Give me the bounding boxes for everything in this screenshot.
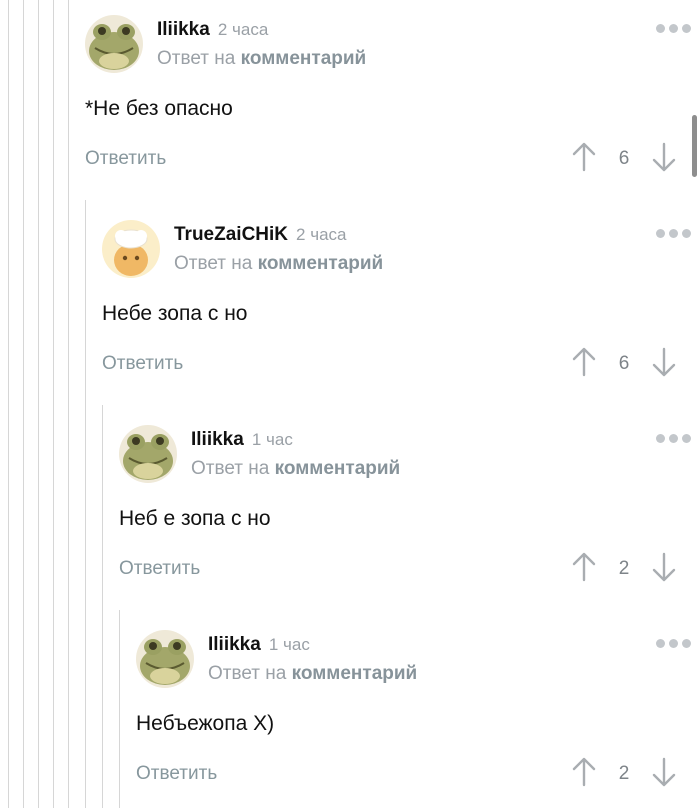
more-options-icon[interactable] [656,431,692,445]
reply-button[interactable]: Ответить [136,763,217,785]
downvote-arrow-icon[interactable] [651,142,677,172]
author-name[interactable]: TrueZaiCHiK 2 часа [174,224,346,246]
comment-text: Неб е зопа с но [119,507,271,530]
comment: Iliikka 2 часа Ответ на комментарий *Не б… [85,15,700,195]
avatar[interactable] [85,15,143,73]
more-options-icon[interactable] [656,21,692,35]
upvote-arrow-icon[interactable] [571,142,597,172]
reply-button[interactable]: Ответить [119,558,200,580]
downvote-arrow-icon[interactable] [651,347,677,377]
comment: Iliikka 1 час Ответ на комментарий Неб е … [119,425,700,605]
reply-to: Ответ на комментарий [191,458,401,479]
comment-text: Небе зопа с но [102,302,248,325]
comment: TrueZaiCHiK 2 часа Ответ на комментарий Н… [102,220,700,400]
reply-to: Ответ на комментарий [157,48,367,69]
parent-comment-link[interactable]: комментарий [292,663,418,684]
more-options-icon[interactable] [656,226,692,240]
thread-line [23,0,24,808]
thread-line [8,0,9,808]
downvote-arrow-icon[interactable] [651,552,677,582]
thread-line [68,0,69,808]
comment-time: 1 час [268,635,310,654]
author-name[interactable]: Iliikka 2 часа [157,19,268,41]
parent-comment-link[interactable]: комментарий [275,458,401,479]
vote-score: 6 [618,353,630,374]
comment-text: Небъежопа X) [136,712,275,735]
thread-line [53,0,54,808]
parent-comment-link[interactable]: комментарий [258,253,384,274]
author-name[interactable]: Iliikka 1 час [191,429,293,451]
comment-text: *Не без опасно [85,97,233,120]
reply-to: Ответ на комментарий [208,663,418,684]
vote-score: 2 [618,763,630,784]
thread-line [102,405,103,808]
reply-to: Ответ на комментарий [174,253,384,274]
thread-line [119,610,120,808]
thread-line [85,200,86,808]
comment-time: 1 час [251,430,293,449]
comment: Iliikka 1 час Ответ на комментарий Небъеж… [136,630,700,808]
upvote-arrow-icon[interactable] [571,757,597,787]
chef-avatar-icon [102,220,160,278]
comment-time: 2 часа [296,225,347,244]
parent-comment-link[interactable]: комментарий [241,48,367,69]
frog-avatar-icon [136,630,194,688]
downvote-arrow-icon[interactable] [651,757,677,787]
frog-avatar-icon [119,425,177,483]
vote-score: 2 [618,558,630,579]
upvote-arrow-icon[interactable] [571,552,597,582]
upvote-arrow-icon[interactable] [571,347,597,377]
thread-line [38,0,39,808]
reply-button[interactable]: Ответить [102,353,183,375]
avatar[interactable] [136,630,194,688]
author-name[interactable]: Iliikka 1 час [208,634,310,656]
more-options-icon[interactable] [656,636,692,650]
scrollbar[interactable] [692,115,697,177]
frog-avatar-icon [85,15,143,73]
comment-time: 2 часа [217,20,269,39]
reply-button[interactable]: Ответить [85,148,166,170]
avatar[interactable] [119,425,177,483]
vote-score: 6 [618,148,630,169]
avatar[interactable] [102,220,160,278]
